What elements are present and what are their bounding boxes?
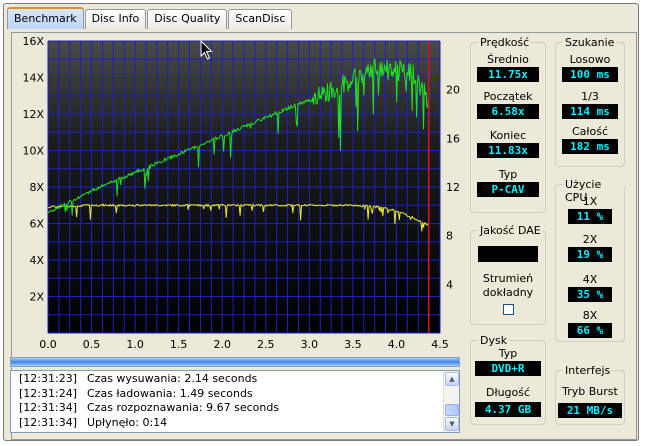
- disc-title: Dysk: [478, 334, 510, 347]
- disc-group: Dysk Typ DVD+R Długość 4.37 GB: [470, 334, 546, 425]
- x-tick-label: 2.0: [213, 338, 231, 351]
- interface-title: Interfejs: [563, 364, 613, 377]
- disc-type-label: Typ: [498, 347, 518, 360]
- cpu-group: Użycie CPU 1X 11 % 2X 19 % 4X 35 % 8X 66…: [555, 178, 625, 342]
- x-tick-label: 4.0: [388, 338, 406, 351]
- speed-end-label: Koniec: [489, 129, 527, 142]
- interface-group: Interfejs Tryb Burst 21 MB/s: [555, 364, 625, 425]
- y-right-tick-label: 12: [446, 181, 460, 194]
- seek-full-label: Całość: [571, 125, 609, 138]
- cpu-1x-label: 1X: [582, 195, 598, 208]
- log-time: [12:31:24]: [19, 386, 77, 400]
- scroll-up-icon[interactable]: ▲: [445, 372, 459, 386]
- speed-end-value: 11.83x: [477, 143, 539, 158]
- log-time: [12:31:34]: [19, 415, 77, 429]
- seek-random-label: Losowo: [569, 53, 611, 66]
- speed-type-value: P-CAV: [477, 182, 539, 197]
- tab-disc-quality[interactable]: Disc Quality: [147, 9, 228, 29]
- y-right-tick-label: 16: [446, 132, 460, 145]
- y-left-tick-label: 6X: [29, 218, 44, 231]
- scroll-thumb[interactable]: [445, 404, 459, 416]
- speed-start-label: Początek: [483, 90, 533, 103]
- log-text: Upłynęło: 0:14: [87, 415, 168, 429]
- tab-scandisc[interactable]: ScanDisc: [228, 9, 293, 29]
- tab-bar: Benchmark Disc Info Disc Quality ScanDis…: [7, 7, 293, 29]
- interface-mode-label: Tryb Burst: [562, 385, 618, 398]
- cpu-1x-value: 11 %: [568, 209, 612, 224]
- speed-start-value: 6.58x: [477, 104, 539, 119]
- seek-group: Szukanie Losowo 100 ms 1/3 114 ms Całość…: [555, 36, 625, 167]
- progress-bar: [10, 357, 460, 367]
- dae-stream-label-2: dokładny: [482, 286, 534, 299]
- seek-title: Szukanie: [563, 36, 617, 49]
- cpu-4x-value: 35 %: [568, 287, 612, 302]
- y-left-tick-label: 2X: [29, 291, 44, 304]
- log-text: Czas wysuwania: 2.14 seconds: [87, 372, 258, 385]
- dae-title: Jakość DAE: [478, 224, 543, 237]
- seek-random-value: 100 ms: [562, 67, 618, 82]
- dae-value: [478, 246, 538, 262]
- log-box[interactable]: [12:31:23] Czas wysuwania: 2.14 seconds […: [10, 370, 460, 433]
- benchmark-chart: 2X 4X 6X 8X 10X 12X 14X 16X 4 8 12 16 20 0.0 0.5 1.0 1.5…: [8, 35, 462, 355]
- log-line: [12:31:24] Czas ładowania: 1.49 seconds: [11, 387, 443, 402]
- x-tick-label: 2.5: [257, 338, 275, 351]
- speed-group: Prędkość Średnio 11.75x Początek 6.58x K…: [470, 36, 546, 213]
- seek-third-label: 1/3: [581, 90, 599, 103]
- log-time: [12:31:23]: [19, 372, 77, 385]
- log-text: Czas rozpoznawania: 9.67 seconds: [87, 401, 280, 414]
- disc-type-value: DVD+R: [475, 361, 541, 376]
- seek-third-value: 114 ms: [562, 104, 618, 119]
- disc-length-label: Długość: [485, 386, 531, 399]
- disc-length-value: 4.37 GB: [475, 402, 541, 417]
- x-tick-label: 3.0: [301, 338, 319, 351]
- speed-type-label: Typ: [498, 168, 518, 181]
- seek-full-value: 182 ms: [562, 139, 618, 154]
- log-line: [12:31:34] Upłynęło: 0:14: [11, 416, 443, 431]
- speed-title: Prędkość: [478, 36, 532, 49]
- cpu-2x-value: 19 %: [568, 247, 612, 262]
- y-right-tick-label: 4: [446, 278, 453, 291]
- scroll-down-icon[interactable]: ▼: [445, 417, 459, 431]
- x-tick-label: 4.5: [431, 338, 449, 351]
- interface-mode-value: 21 MB/s: [558, 403, 622, 418]
- x-tick-label: 3.5: [344, 338, 362, 351]
- cpu-2x-label: 2X: [582, 233, 598, 246]
- log-time: [12:31:34]: [19, 401, 77, 414]
- y-left-tick-label: 4X: [29, 254, 44, 267]
- log-line: [12:31:23] Czas wysuwania: 2.14 seconds: [11, 372, 443, 387]
- x-tick-label: 0.0: [39, 338, 57, 351]
- dae-stream-label: Strumień: [482, 272, 534, 285]
- progress-fill: [11, 358, 459, 366]
- mouse-pointer-icon: [200, 40, 213, 60]
- log-line: [12:31:34] Czas rozpoznawania: 9.67 secon…: [11, 401, 443, 416]
- cpu-8x-value: 66 %: [568, 323, 612, 338]
- y-left-tick-label: 14X: [22, 72, 44, 85]
- y-right-tick-label: 8: [446, 230, 453, 243]
- cpu-4x-label: 4X: [582, 273, 598, 286]
- speed-avg-label: Średnio: [487, 53, 529, 66]
- y-right-tick-label: 20: [446, 84, 460, 97]
- tab-benchmark[interactable]: Benchmark: [7, 7, 84, 29]
- speed-avg-value: 11.75x: [477, 67, 539, 82]
- y-left-tick-label: 16X: [22, 35, 44, 48]
- y-left-tick-label: 12X: [22, 108, 44, 121]
- x-tick-label: 1.0: [126, 338, 144, 351]
- accurate-stream-checkbox[interactable]: [503, 304, 514, 315]
- tab-disc-info[interactable]: Disc Info: [84, 9, 147, 29]
- x-tick-label: 0.5: [83, 338, 101, 351]
- log-scrollbar[interactable]: ▲ ▼: [443, 371, 459, 432]
- x-tick-label: 1.5: [170, 338, 188, 351]
- y-left-tick-label: 8X: [29, 181, 44, 194]
- y-left-tick-label: 10X: [22, 145, 44, 158]
- chart-svg: 2X 4X 6X 8X 10X 12X 14X 16X 4 8 12 16 20 0.0 0.5 1.0 1.5…: [22, 35, 460, 351]
- dae-group: Jakość DAE Strumień dokładny: [470, 224, 546, 325]
- cpu-8x-label: 8X: [582, 309, 598, 322]
- log-text: Czas ładowania: 1.49 seconds: [87, 386, 253, 400]
